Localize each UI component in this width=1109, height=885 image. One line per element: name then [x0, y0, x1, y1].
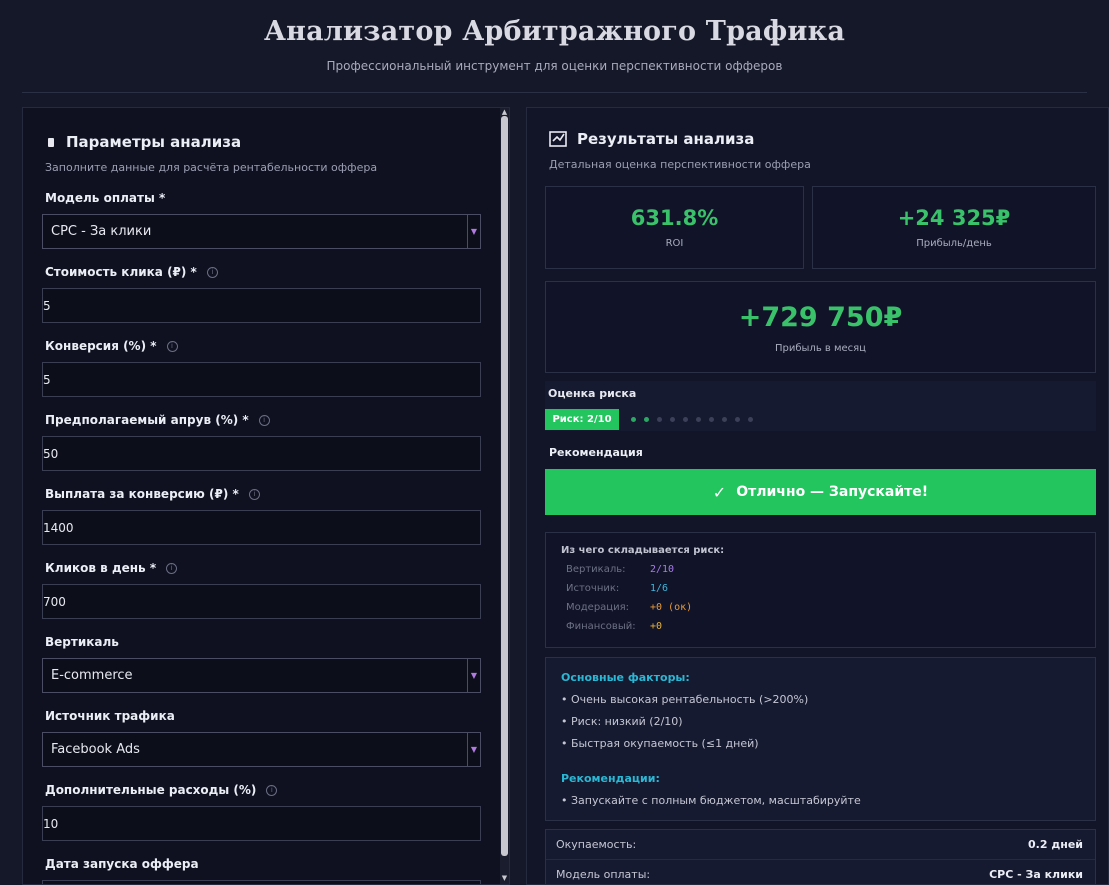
risk-dots [631, 417, 753, 422]
risk-dot [696, 417, 701, 422]
field-label: Стоимость клика (₽) * i [45, 265, 503, 279]
breakdown-row: Источник: 1/6 [566, 583, 669, 594]
info-icon[interactable]: i [206, 266, 218, 278]
select-field[interactable]: Facebook Ads ▼ [42, 732, 481, 767]
breakdown-title: Из чего складывается риск: [561, 545, 725, 556]
field-label: Модель оплаты * [45, 191, 166, 205]
clipboard-icon [48, 137, 54, 147]
dropdown-arrow-icon[interactable]: ▼ [467, 659, 480, 692]
results-description: Детальная оценка перспективности оффера [549, 158, 811, 171]
summary-row: Окупаемость: 0.2 дней [546, 830, 1095, 860]
profit-day-value: +24 325₽ [897, 206, 1011, 230]
scroll-up-icon[interactable]: ▲ [500, 108, 509, 116]
risk-dot [631, 417, 636, 422]
recommendation-title: Рекомендация [549, 446, 643, 459]
field-label: Источник трафика [45, 709, 175, 723]
risk-dot [748, 417, 753, 422]
roi-card: 631.8% ROI [545, 186, 804, 269]
params-form: Модель оплаты * CPC - За клики ▼ Стоимость … [42, 191, 503, 884]
recommendation-banner: ✓ Отлично — Запускайте! [545, 469, 1096, 515]
profit-month-label: Прибыль в месяц [775, 343, 866, 354]
breakdown-row: Финансовый: +0 [566, 621, 663, 632]
input-field[interactable]: 700 [42, 584, 481, 619]
info-icon[interactable]: i [258, 414, 270, 426]
profit-month-card: +729 750₽ Прибыль в месяц [545, 281, 1096, 373]
main-factors-title: Основные факторы: [561, 671, 690, 684]
page-title: Анализатор Арбитражного Трафика [263, 16, 846, 47]
risk-dot [670, 417, 675, 422]
input-field[interactable]: 1400 [42, 510, 481, 545]
params-panel: Параметры анализа Заполните данные для р… [22, 107, 510, 885]
chart-check-icon [549, 131, 567, 147]
dropdown-arrow-icon[interactable]: ▼ [467, 215, 480, 248]
info-icon[interactable]: i [248, 488, 260, 500]
recommendations-title: Рекомендации: [561, 772, 660, 785]
recommendation-text: Отлично — Запускайте! [736, 484, 929, 500]
factors-box: Основные факторы: • Очень высокая рентаб… [545, 657, 1096, 821]
breakdown-row: Модерация: +0 (ок) [566, 602, 693, 613]
risk-dot [709, 417, 714, 422]
risk-title: Оценка риска [548, 387, 637, 400]
summary-row: Модель оплаты: CPC - За клики [546, 860, 1095, 884]
field-label: Конверсия (%) * i [45, 339, 503, 353]
input-field[interactable]: 5 [42, 288, 481, 323]
risk-dot [657, 417, 662, 422]
scroll-down-icon[interactable]: ▼ [500, 874, 509, 882]
profit-day-card: +24 325₽ Прибыль/день [812, 186, 1096, 269]
input-field[interactable] [42, 880, 481, 884]
params-scrollbar[interactable]: ▲ ▼ [500, 108, 509, 884]
select-field[interactable]: E-commerce ▼ [42, 658, 481, 693]
risk-badge: Риск: 2/10 [545, 409, 619, 430]
factor-item: • Очень высокая рентабельность (>200%) [561, 693, 809, 706]
risk-box: Оценка риска Риск: 2/10 [545, 381, 1096, 431]
info-icon[interactable]: i [266, 784, 278, 796]
profit-day-label: Прибыль/день [916, 238, 992, 249]
factor-item: • Быстрая окупаемость (≤1 дней) [561, 737, 759, 750]
dropdown-arrow-icon[interactable]: ▼ [467, 733, 480, 766]
input-field[interactable]: 10 [42, 806, 481, 841]
params-title: Параметры анализа [45, 133, 503, 151]
field-label: Выплата за конверсию (₽) * i [45, 487, 503, 501]
risk-breakdown: Из чего складывается риск: Вертикаль: 2/1… [545, 532, 1096, 648]
results-panel: Результаты анализа Детальная оценка перс… [526, 107, 1109, 885]
field-label: Предполагаемый апрув (%) * i [45, 413, 503, 427]
breakdown-row: Вертикаль: 2/10 [566, 564, 675, 575]
factor-item: • Запускайте с полным бюджетом, масштаби… [561, 794, 861, 807]
risk-dot [722, 417, 727, 422]
info-icon[interactable]: i [166, 340, 178, 352]
info-icon[interactable]: i [166, 562, 178, 574]
select-field[interactable]: CPC - За клики ▼ [42, 214, 481, 249]
page-header: Анализатор Арбитражного Трафика Професси… [22, 0, 1087, 93]
field-label: Кликов в день * i [45, 561, 503, 575]
input-field[interactable]: 5 [42, 362, 481, 397]
input-field[interactable]: 50 [42, 436, 481, 471]
risk-dot [735, 417, 740, 422]
profit-month-value: +729 750₽ [738, 302, 903, 333]
roi-value: 631.8% [630, 206, 719, 230]
page-subtitle: Профессиональный инструмент для оценки п… [326, 59, 783, 73]
field-label: Дата запуска оффера [45, 857, 199, 871]
params-description: Заполните данные для расчёта рентабельно… [45, 161, 378, 174]
summary-table: Окупаемость: 0.2 дней Модель оплаты: CPC - … [545, 829, 1096, 884]
results-title: Результаты анализа [549, 130, 1108, 148]
factor-item: • Риск: низкий (2/10) [561, 715, 683, 728]
risk-dot [644, 417, 649, 422]
field-label: Дополнительные расходы (%) i [45, 783, 503, 797]
risk-dot [683, 417, 688, 422]
scroll-thumb[interactable] [501, 116, 508, 856]
roi-label: ROI [665, 238, 684, 249]
field-label: Вертикаль [45, 635, 119, 649]
check-icon: ✓ [712, 482, 727, 502]
